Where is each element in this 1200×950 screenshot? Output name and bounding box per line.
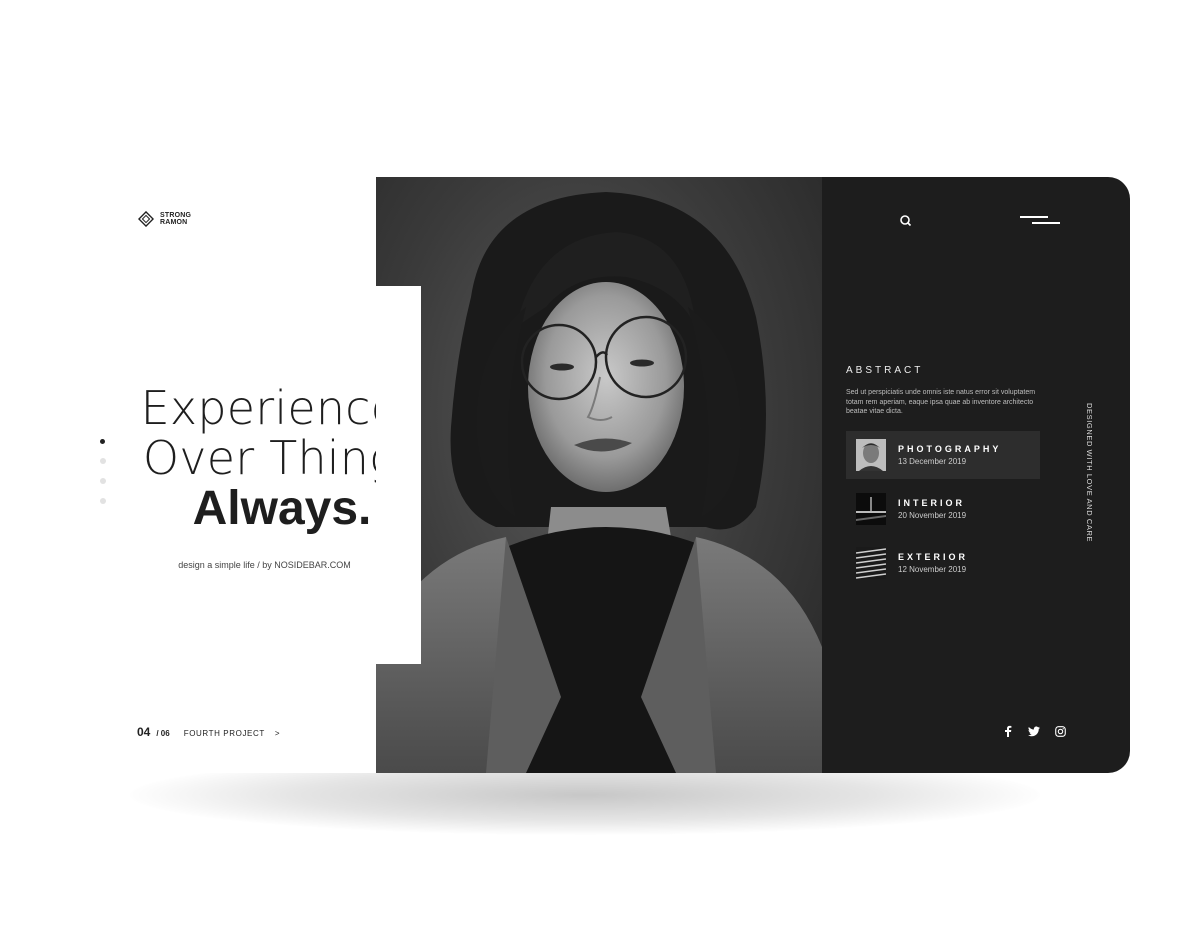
slide-dot-3[interactable] bbox=[100, 478, 106, 484]
portrait-illustration bbox=[376, 192, 822, 773]
hero-card: STRONG RAMON Experiences Over Things Alw… bbox=[92, 177, 1130, 773]
sidebar-panel: ABSTRACT Sed ut perspiciatis unde omnis … bbox=[822, 177, 1130, 773]
abstract-text: Sed ut perspiciatis unde omnis iste natu… bbox=[846, 389, 1036, 415]
abstract-title: ABSTRACT bbox=[846, 365, 924, 376]
project-item-date: 12 November 2019 bbox=[898, 565, 967, 574]
brand-line-2: RAMON bbox=[160, 219, 188, 226]
photography-thumbnail bbox=[856, 439, 886, 471]
instagram-icon[interactable] bbox=[1054, 725, 1066, 737]
hero-tagline: design a simple life / by NOSIDEBAR.COM bbox=[178, 560, 351, 570]
menu-icon bbox=[1020, 216, 1048, 218]
project-item-photography[interactable]: PHOTOGRAPHY 13 December 2019 bbox=[846, 431, 1040, 479]
search-icon bbox=[900, 215, 912, 227]
interior-thumbnail bbox=[856, 493, 886, 525]
social-links bbox=[1002, 725, 1066, 737]
search-button[interactable] bbox=[898, 213, 914, 229]
project-item-interior[interactable]: INTERIOR 20 November 2019 bbox=[846, 485, 1040, 533]
twitter-icon[interactable] bbox=[1028, 725, 1040, 737]
project-list: PHOTOGRAPHY 13 December 2019 INTERIOR 20… bbox=[846, 431, 1040, 593]
pager-total: / 06 bbox=[156, 729, 170, 738]
project-item-title: INTERIOR bbox=[898, 498, 966, 508]
brand-logo[interactable]: STRONG RAMON bbox=[138, 211, 196, 227]
slide-dot-2[interactable] bbox=[100, 458, 106, 464]
menu-icon-line-2 bbox=[1032, 222, 1060, 224]
project-label: FOURTH PROJECT bbox=[183, 729, 265, 738]
vertical-tagline-text: DESIGNED WITH LOVE AND CARE bbox=[1085, 403, 1094, 543]
brand-line-1: STRONG bbox=[160, 212, 192, 219]
next-project-button[interactable]: > bbox=[275, 729, 280, 738]
portrait-photo bbox=[376, 177, 822, 773]
project-item-date: 13 December 2019 bbox=[898, 457, 967, 466]
brand-name: STRONG RAMON bbox=[160, 212, 196, 226]
project-item-date: 20 November 2019 bbox=[898, 511, 967, 520]
project-item-title: EXTERIOR bbox=[898, 552, 969, 562]
menu-button[interactable] bbox=[1018, 213, 1064, 227]
slide-dot-1[interactable] bbox=[100, 439, 105, 444]
diamond-logo-icon bbox=[138, 211, 154, 227]
project-pager: 04 / 06 FOURTH PROJECT > bbox=[137, 725, 280, 739]
facebook-icon[interactable] bbox=[1002, 725, 1014, 737]
vertical-tagline: DESIGNED WITH LOVE AND CARE bbox=[1084, 403, 1094, 549]
white-notch bbox=[376, 286, 421, 664]
pager-current: 04 bbox=[137, 725, 151, 739]
slide-dot-4[interactable] bbox=[100, 498, 106, 504]
project-item-title: PHOTOGRAPHY bbox=[898, 444, 1002, 454]
exterior-thumbnail bbox=[856, 547, 886, 579]
project-item-exterior[interactable]: EXTERIOR 12 November 2019 bbox=[846, 539, 1040, 587]
slide-dots bbox=[100, 439, 106, 504]
